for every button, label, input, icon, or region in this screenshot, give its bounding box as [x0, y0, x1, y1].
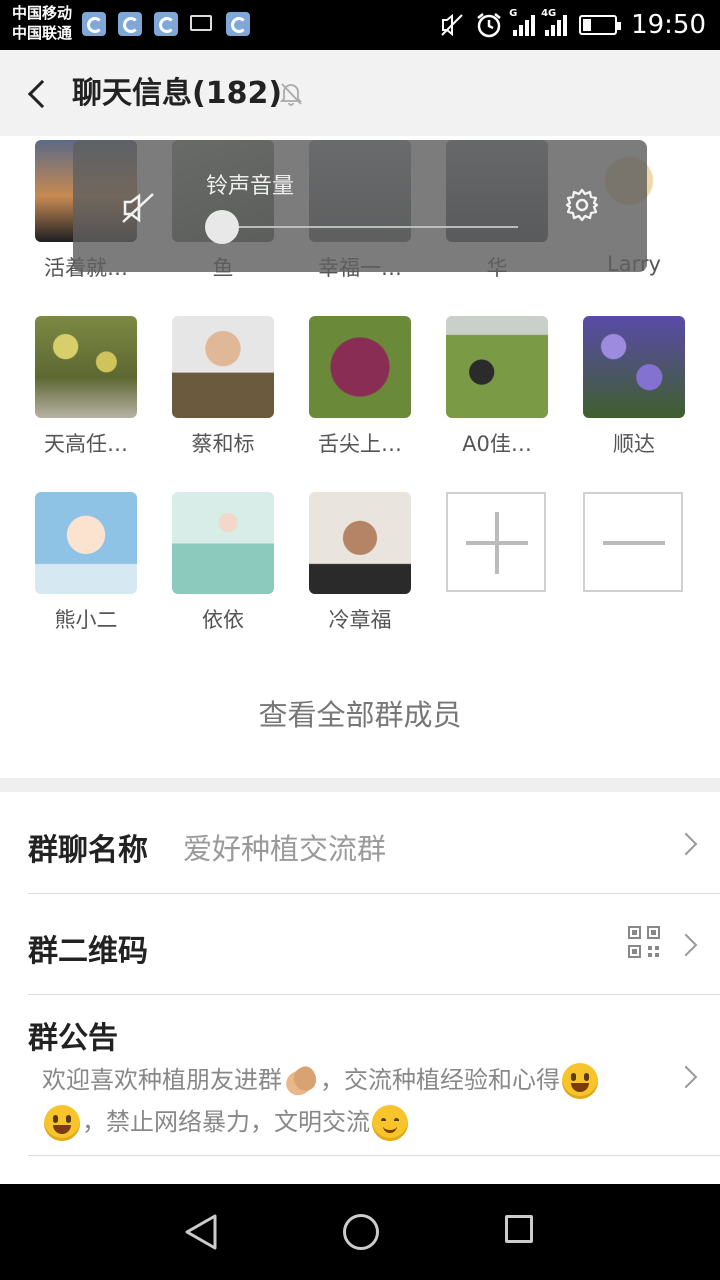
silent-icon [441, 13, 463, 37]
member-item[interactable]: 依依 [172, 492, 274, 634]
keyboard-icon [190, 15, 212, 31]
member-item[interactable]: 天高任… [35, 316, 137, 458]
battery-icon [579, 15, 622, 35]
chevron-right-icon [674, 933, 698, 957]
app-header: 聊天信息(182) [0, 50, 720, 137]
member-item[interactable]: 蔡和标 [172, 316, 274, 458]
carrier-info: 中国移动 中国联通 [12, 3, 72, 43]
carrier-1: 中国移动 [12, 4, 73, 22]
app-notification-icon [82, 12, 106, 36]
group-qr-row[interactable]: 群二维码 [28, 894, 720, 995]
chevron-right-icon [674, 832, 698, 856]
volume-slider-track[interactable] [221, 226, 518, 228]
avatar[interactable] [583, 316, 685, 418]
back-icon[interactable] [20, 76, 50, 110]
member-name: 顺达 [613, 432, 655, 456]
nav-recent-apps-icon[interactable] [505, 1215, 533, 1243]
member-name: A0佳… [462, 432, 532, 456]
volume-label: 铃声音量 [206, 174, 295, 199]
avatar[interactable] [172, 316, 274, 418]
notice-part-2: ，交流种植经验和心得 [320, 1066, 560, 1094]
carrier-2: 中国联通 [12, 24, 73, 42]
avatar[interactable] [35, 316, 137, 418]
app-notification-icon [226, 12, 250, 36]
group-name-label: 群聊名称 [28, 833, 148, 868]
app-notification-icon [154, 12, 178, 36]
navigation-bar [0, 1184, 720, 1280]
clapping-emoji-icon [282, 1063, 320, 1099]
member-name: 舌尖上… [318, 432, 402, 456]
section-divider [0, 778, 720, 792]
avatar[interactable] [35, 492, 137, 594]
member-name: 依依 [202, 608, 244, 632]
member-item[interactable]: 熊小二 [35, 492, 137, 634]
member-name: 天高任… [44, 432, 128, 456]
page-title: 聊天信息(182) [72, 76, 283, 111]
avatar[interactable] [309, 316, 411, 418]
avatar[interactable] [309, 492, 411, 594]
member-item[interactable]: 顺达 [583, 316, 685, 458]
member-name: 冷章福 [328, 608, 392, 632]
nav-home-icon[interactable] [343, 1214, 379, 1250]
app-notification-icon [118, 12, 142, 36]
group-notice-text: 欢迎喜欢种植朋友进群 ，交流种植经验和心得 ，禁止网络暴力，文明交流 [42, 1059, 642, 1143]
group-name-row[interactable]: 群聊名称 爱好种植交流群 [28, 792, 720, 894]
alarm-icon [477, 13, 501, 38]
notice-part-1: 欢迎喜欢种植朋友进群 [42, 1066, 282, 1094]
avatar[interactable] [172, 492, 274, 594]
smiley-emoji-icon [44, 1105, 80, 1141]
member-item[interactable]: A0佳… [446, 316, 548, 458]
chevron-right-icon [674, 1065, 698, 1089]
group-qr-label: 群二维码 [28, 934, 148, 969]
gear-icon[interactable] [563, 186, 601, 224]
clock: 19:50 [631, 10, 706, 40]
qr-code-icon [628, 926, 660, 958]
signal-icon: 4G [541, 8, 568, 36]
network-type-2: 4G [541, 8, 557, 19]
volume-panel: 铃声音量 [73, 140, 647, 272]
member-name: 蔡和标 [191, 432, 255, 456]
signal-icon: G [509, 8, 536, 36]
group-notice-row[interactable]: 群公告 欢迎喜欢种植朋友进群 ，交流种植经验和心得 ，禁止网络暴力，文明交流 [28, 995, 720, 1156]
add-member-button[interactable] [446, 492, 546, 592]
smiley-emoji-icon [562, 1063, 598, 1099]
member-item[interactable]: 冷章福 [309, 492, 411, 634]
view-all-members-link[interactable]: 查看全部群成员 [0, 692, 720, 734]
network-type-1: G [509, 8, 518, 19]
group-name-value: 爱好种植交流群 [183, 832, 387, 866]
member-item[interactable]: 舌尖上… [309, 316, 411, 458]
nav-back-icon[interactable] [183, 1212, 223, 1252]
avatar[interactable] [446, 316, 548, 418]
mute-bell-icon [279, 83, 303, 106]
ringer-mute-icon[interactable] [119, 188, 159, 228]
member-name: 熊小二 [54, 608, 118, 632]
volume-slider-knob[interactable] [205, 210, 239, 244]
notice-part-3: ，禁止网络暴力，文明交流 [82, 1108, 370, 1136]
status-bar: 中国移动 中国联通 G 4G 19:50 [0, 0, 720, 50]
group-notice-label: 群公告 [28, 1021, 118, 1056]
remove-member-button[interactable] [583, 492, 683, 592]
blush-emoji-icon [372, 1105, 408, 1141]
